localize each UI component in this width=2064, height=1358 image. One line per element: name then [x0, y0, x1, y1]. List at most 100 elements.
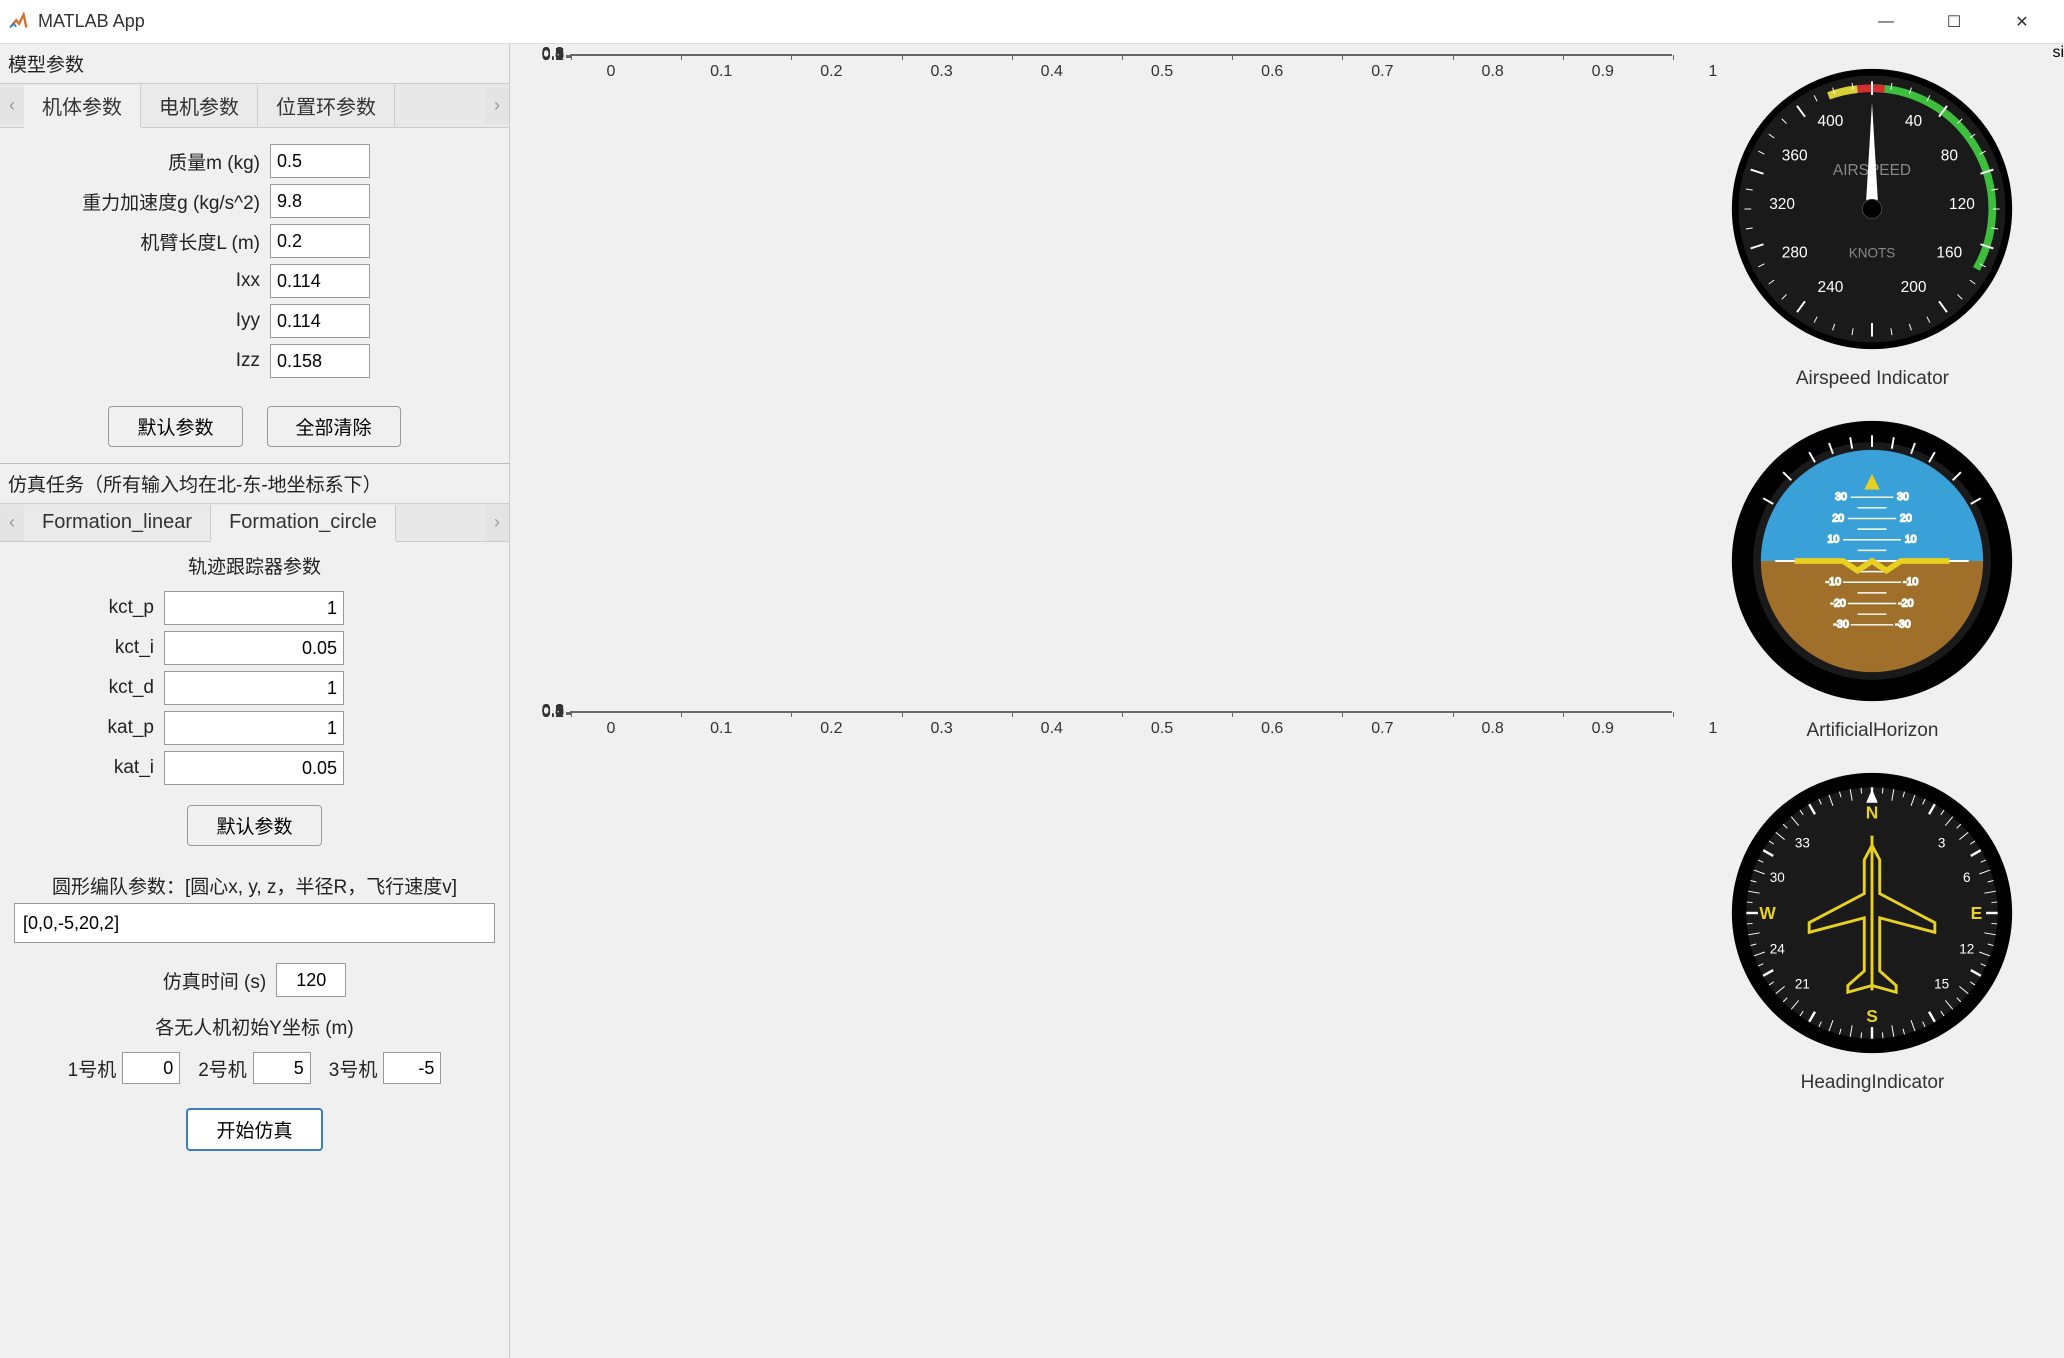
plot-1-wrap: 00.10.20.30.40.50.60.70.80.91 0 0.1 0.2 0.3… — [530, 54, 1672, 691]
ytick-label: 1 — [530, 702, 564, 720]
svg-text:15: 15 — [1935, 976, 1950, 991]
katp-input[interactable] — [164, 711, 344, 745]
heading-label: HeadingIndicator — [1801, 1072, 1945, 1094]
svg-text:6: 6 — [1963, 870, 1971, 885]
heading-gauge[interactable]: N E S W 3 6 12 15 21 24 30 33 — [1727, 768, 2017, 1058]
xtick-label: 0.7 — [1371, 720, 1393, 738]
kctp-input[interactable] — [164, 591, 344, 625]
svg-text:-10: -10 — [1903, 576, 1918, 588]
svg-text:240: 240 — [1818, 279, 1844, 296]
xtick-label: 1 — [1709, 720, 1718, 738]
tab-position-loop-params[interactable]: 位置环参数 — [258, 85, 395, 126]
airspeed-gauge[interactable]: 4080120160200240280320360400 AIRSPEED KN… — [1727, 64, 2017, 354]
uav1-input[interactable] — [122, 1052, 180, 1084]
xtick-label: 0.8 — [1481, 63, 1503, 81]
start-sim-button[interactable]: 开始仿真 — [186, 1108, 322, 1151]
izz-input[interactable] — [270, 344, 370, 378]
plot-2-wrap: 00.10.20.30.40.50.60.70.80.91 0 0.1 0.2 0.3… — [530, 711, 1672, 1348]
sidebar: 模型参数 ‹ 机体参数 电机参数 位置环参数 › 质量m (kg) 重力加速度g… — [0, 44, 510, 1358]
xtick-label: 0.2 — [820, 63, 842, 81]
tab-motor-params[interactable]: 电机参数 — [141, 85, 258, 126]
plot-area: 00.10.20.30.40.50.60.70.80.91 00.10.20.3… — [510, 44, 1692, 1358]
sim-tasks-title: 仿真任务（所有输入均在北-东-地坐标系下） — [0, 464, 509, 503]
xtick-label: 0.9 — [1592, 63, 1614, 81]
uav1-label: 1号机 — [68, 1055, 117, 1082]
svg-text:33: 33 — [1795, 835, 1810, 850]
tab-formation-circle[interactable]: Formation_circle — [211, 505, 396, 542]
svg-text:40: 40 — [1905, 113, 1922, 130]
tab-scroll-right-2[interactable]: › — [485, 505, 509, 541]
model-clear-button[interactable]: 全部清除 — [267, 406, 401, 447]
xtick-label: 0.9 — [1592, 720, 1614, 738]
tab-body-params[interactable]: 机体参数 — [24, 85, 141, 128]
maximize-button[interactable]: ☐ — [1920, 2, 1988, 42]
svg-text:E: E — [1971, 903, 1983, 923]
xtick-label: 0.3 — [930, 720, 952, 738]
svg-text:-30: -30 — [1834, 619, 1849, 631]
model-defaults-button[interactable]: 默认参数 — [108, 406, 242, 447]
svg-text:N: N — [1866, 802, 1879, 822]
xtick-label: 0.5 — [1151, 720, 1173, 738]
ytick-label: 1 — [530, 45, 564, 63]
close-button[interactable]: ✕ — [1988, 2, 2056, 42]
iyy-input[interactable] — [270, 304, 370, 338]
tab-scroll-left-2[interactable]: ‹ — [0, 505, 24, 541]
izz-label: Izz — [14, 350, 270, 372]
uav2-input[interactable] — [253, 1052, 311, 1084]
minimize-button[interactable]: — — [1852, 2, 1920, 42]
svg-text:160: 160 — [1937, 244, 1963, 261]
xtick-label: 0.1 — [710, 720, 732, 738]
model-params-title: 模型参数 — [0, 44, 509, 83]
xtick-label: 0.3 — [930, 63, 952, 81]
kcti-input[interactable] — [164, 631, 344, 665]
kati-label: kat_i — [14, 757, 164, 779]
ixx-input[interactable] — [270, 264, 370, 298]
plot-1[interactable]: 00.10.20.30.40.50.60.70.80.91 — [570, 54, 1672, 56]
kctp-label: kct_p — [14, 597, 164, 619]
svg-text:-30: -30 — [1896, 619, 1911, 631]
xtick-label: 0.5 — [1151, 63, 1173, 81]
iyy-label: Iyy — [14, 310, 270, 332]
xtick-label: 0.1 — [710, 63, 732, 81]
svg-text:280: 280 — [1782, 244, 1808, 261]
xtick-label: 0 — [607, 720, 616, 738]
tracker-params-title: 轨迹跟踪器参数 — [0, 542, 509, 585]
init-y-label: 各无人机初始Y坐标 (m) — [0, 1003, 509, 1040]
kati-input[interactable] — [164, 751, 344, 785]
window-controls: — ☐ ✕ — [1852, 2, 2056, 42]
window-title: MATLAB App — [38, 11, 1852, 32]
model-params-form: 质量m (kg) 重力加速度g (kg/s^2) 机臂长度L (m) Ixx I… — [0, 128, 509, 394]
circle-params-label: 圆形编队参数：[圆心x, y, z，半径R，飞行速度v] — [0, 862, 509, 903]
circle-params-input[interactable] — [14, 903, 495, 943]
tracker-defaults-button[interactable]: 默认参数 — [187, 805, 321, 846]
plot-2[interactable]: 00.10.20.30.40.50.60.70.80.91 — [570, 711, 1672, 713]
svg-text:320: 320 — [1770, 196, 1796, 213]
mass-input[interactable] — [270, 144, 370, 178]
kctd-input[interactable] — [164, 671, 344, 705]
gravity-label: 重力加速度g (kg/s^2) — [14, 188, 270, 215]
uav3-label: 3号机 — [329, 1055, 378, 1082]
tab-scroll-right[interactable]: › — [485, 88, 509, 124]
uav3-input[interactable] — [383, 1052, 441, 1084]
arm-label: 机臂长度L (m) — [14, 228, 270, 255]
xtick-label: 0.6 — [1261, 720, 1283, 738]
svg-text:-20: -20 — [1899, 597, 1914, 609]
gauges-panel: 4080120160200240280320360400 AIRSPEED KN… — [1692, 44, 2052, 1358]
gravity-input[interactable] — [270, 184, 370, 218]
tab-formation-linear[interactable]: Formation_linear — [24, 505, 211, 540]
model-params-tabs: ‹ 机体参数 电机参数 位置环参数 › — [0, 83, 509, 128]
tab-scroll-left[interactable]: ‹ — [0, 88, 24, 124]
svg-text:24: 24 — [1770, 942, 1786, 957]
xtick-label: 0.2 — [820, 720, 842, 738]
xtick-label: 0 — [607, 63, 616, 81]
arm-input[interactable] — [270, 224, 370, 258]
sim-time-input[interactable] — [276, 963, 346, 997]
katp-label: kat_p — [14, 717, 164, 739]
horizon-gauge[interactable]: 1010 2020 3030 -10-10 -20-20 -30-30 — [1727, 416, 2017, 706]
horizon-label: ArtificialHorizon — [1806, 720, 1938, 742]
xtick-label: 0.6 — [1261, 63, 1283, 81]
svg-text:80: 80 — [1941, 148, 1958, 165]
svg-text:12: 12 — [1960, 942, 1975, 957]
svg-text:200: 200 — [1901, 279, 1927, 296]
svg-text:20: 20 — [1833, 512, 1845, 524]
